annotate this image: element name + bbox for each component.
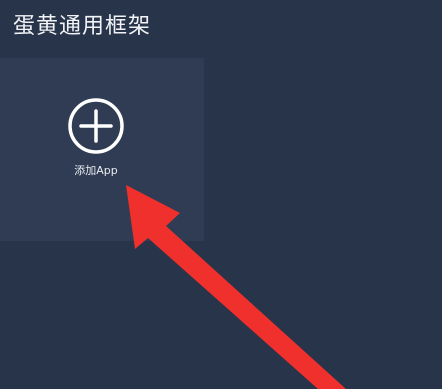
add-app-tile[interactable]: 添加App	[0, 58, 204, 241]
add-app-label: 添加App	[74, 164, 118, 177]
plus-circle-icon	[68, 98, 124, 154]
app-screen: 蛋黄通用框架 添加App	[0, 0, 442, 389]
app-title: 蛋黄通用框架	[13, 14, 152, 39]
